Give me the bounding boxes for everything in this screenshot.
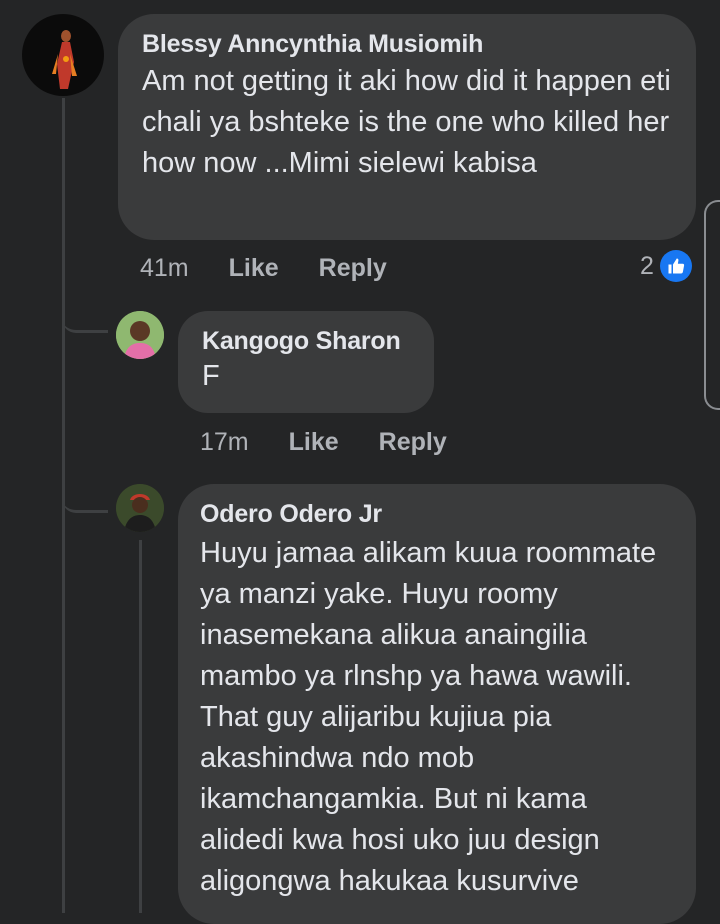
reply-text: Huyu jamaa alikam kuua roommate ya manzi… [200,537,657,897]
thread-branch-1 [62,300,108,333]
reaction-count: 2 [640,251,654,280]
comment-actions: 41m Like Reply [140,254,387,283]
scrollbar[interactable] [704,200,720,410]
avatar[interactable] [116,484,164,532]
reply-bubble[interactable]: Kangogo Sharon F [178,311,434,413]
comment-author[interactable]: Blessy Anncynthia Musiomih [142,30,672,59]
thread-branch-2 [62,480,108,513]
reply-text: F [202,360,220,392]
comment-text: Am not getting it aki how did it happen … [142,65,671,179]
reply-button[interactable]: Reply [319,254,387,283]
like-button[interactable]: Like [229,254,279,283]
reaction-summary[interactable]: 2 [640,250,692,282]
reply-actions: 17m Like Reply [200,428,447,457]
reply-author[interactable]: Odero Odero Jr [200,500,672,529]
thumbs-up-icon [659,250,692,282]
reply-bubble[interactable]: Odero Odero Jr Huyu jamaa alikam kuua ro… [178,484,696,924]
like-button[interactable]: Like [289,428,339,457]
avatar[interactable] [116,311,164,359]
comment-bubble[interactable]: Blessy Anncynthia Musiomih Am not gettin… [118,14,696,240]
reply-button[interactable]: Reply [379,428,447,457]
comment-timestamp[interactable]: 41m [140,254,189,283]
reply-author[interactable]: Kangogo Sharon [202,327,410,356]
reply-timestamp[interactable]: 17m [200,428,249,457]
thread-line-reply [139,540,142,913]
avatar[interactable] [22,14,104,96]
